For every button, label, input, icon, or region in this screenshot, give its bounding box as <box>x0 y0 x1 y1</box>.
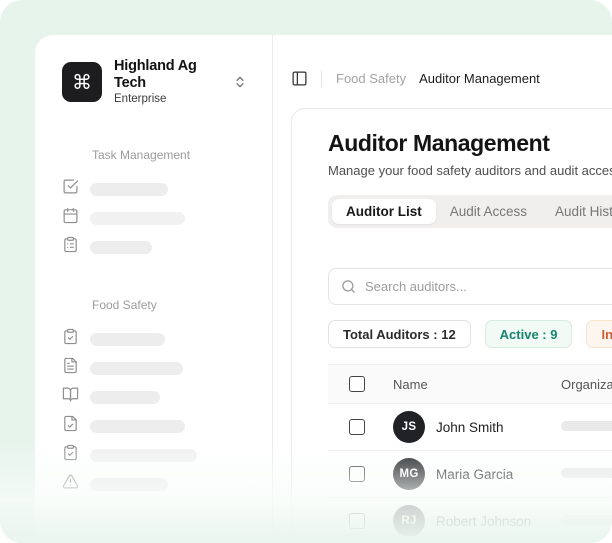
tab-bar: Auditor List Audit Access Audit History <box>328 195 612 228</box>
stats-row: Total Auditors : 12 Active : 9 Inactive … <box>328 320 612 348</box>
org-text: Highland Ag Tech Enterprise <box>114 58 221 107</box>
skeleton-bar <box>90 420 185 433</box>
sidebar-toggle-icon[interactable] <box>291 70 308 87</box>
sidebar-item-skeleton[interactable] <box>62 412 258 441</box>
chevrons-up-down-icon[interactable] <box>233 75 247 89</box>
tab-auditor-list[interactable]: Auditor List <box>332 199 436 224</box>
row-name-cell: RJ Robert Johnson <box>393 505 561 536</box>
inactive-auditors-badge: Inactive : 3 <box>586 320 612 348</box>
sidebar: ⌘ Highland Ag Tech Enterprise Task Manag… <box>35 35 273 536</box>
skeleton-bar <box>90 241 152 254</box>
column-header-name: Name <box>393 377 561 392</box>
avatar: JS <box>393 411 425 443</box>
sidebar-item-skeleton[interactable] <box>62 354 258 383</box>
table-row[interactable]: RJ Robert Johnson <box>328 498 612 536</box>
org-name: Highland Ag Tech <box>114 58 221 91</box>
alert-triangle-icon <box>62 473 79 495</box>
row-checkbox[interactable] <box>349 466 365 482</box>
topbar-divider <box>321 71 322 87</box>
sidebar-section-crop-iq: Crop IQ <box>92 535 258 536</box>
table-row[interactable]: MG Maria Garcia <box>328 451 612 498</box>
header-checkbox-cell <box>349 376 393 392</box>
row-checkbox-cell <box>349 419 393 435</box>
topbar: Food Safety Auditor Management <box>273 35 612 108</box>
skeleton-bar <box>90 183 168 196</box>
skeleton-bar <box>90 478 168 491</box>
auditor-name: Maria Garcia <box>436 467 513 482</box>
sidebar-item-skeleton[interactable] <box>62 175 258 204</box>
sidebar-section-food-safety: Food Safety <box>92 298 258 312</box>
table-row[interactable]: JS John Smith <box>328 404 612 451</box>
row-name-cell: MG Maria Garcia <box>393 458 561 490</box>
main-area: Food Safety Auditor Management Auditor M… <box>273 35 612 536</box>
auditor-name: Robert Johnson <box>436 514 531 529</box>
app-frame: ⌘ Highland Ag Tech Enterprise Task Manag… <box>0 0 612 543</box>
org-plan: Enterprise <box>114 93 221 106</box>
clipboard-list-icon <box>62 236 79 258</box>
sidebar-item-skeleton[interactable] <box>62 470 258 499</box>
clipboard-check-icon <box>62 328 79 350</box>
row-name-cell: JS John Smith <box>393 411 561 443</box>
tab-audit-access[interactable]: Audit Access <box>436 199 541 224</box>
skeleton-bar <box>561 421 612 431</box>
skeleton-bar <box>561 468 612 478</box>
table-header-row: Name Organization <box>328 364 612 404</box>
sidebar-item-skeleton[interactable] <box>62 233 258 262</box>
avatar: RJ <box>393 505 425 536</box>
page-subtitle: Manage your food safety auditors and aud… <box>328 163 612 178</box>
sidebar-item-skeleton[interactable] <box>62 325 258 354</box>
skeleton-bar <box>561 515 612 525</box>
file-check-icon <box>62 415 79 437</box>
skeleton-bar <box>90 212 185 225</box>
column-header-organization: Organization <box>561 377 612 392</box>
sidebar-item-skeleton[interactable] <box>62 204 258 233</box>
row-checkbox[interactable] <box>349 513 365 529</box>
app-surface: ⌘ Highland Ag Tech Enterprise Task Manag… <box>35 35 612 536</box>
page-title: Auditor Management <box>328 130 612 157</box>
auditor-name: John Smith <box>436 420 504 435</box>
row-checkbox-cell <box>349 513 393 529</box>
row-organization-cell <box>561 512 612 530</box>
sidebar-item-skeleton[interactable] <box>62 441 258 470</box>
breadcrumb-parent[interactable]: Food Safety <box>336 71 406 86</box>
skeleton-bar <box>90 449 197 462</box>
tab-audit-history[interactable]: Audit History <box>541 199 612 224</box>
row-organization-cell <box>561 418 612 436</box>
content-card: Auditor Management Manage your food safe… <box>291 108 612 536</box>
search-box[interactable] <box>328 268 612 305</box>
file-text-icon <box>62 357 79 379</box>
sidebar-item-skeleton[interactable] <box>62 383 258 412</box>
sidebar-section-task-management: Task Management <box>92 148 258 162</box>
avatar: MG <box>393 458 425 490</box>
org-logo-icon: ⌘ <box>62 62 102 102</box>
search-input[interactable] <box>365 279 605 294</box>
search-icon <box>341 279 356 294</box>
skeleton-bar <box>90 333 165 346</box>
org-switcher[interactable]: ⌘ Highland Ag Tech Enterprise <box>62 58 247 107</box>
row-checkbox[interactable] <box>349 419 365 435</box>
skeleton-bar <box>90 362 183 375</box>
check-square-icon <box>62 178 79 200</box>
breadcrumb-current: Auditor Management <box>419 71 540 86</box>
select-all-checkbox[interactable] <box>349 376 365 392</box>
row-checkbox-cell <box>349 466 393 482</box>
calendar-icon <box>62 207 79 229</box>
skeleton-bar <box>90 391 160 404</box>
book-open-icon <box>62 386 79 408</box>
clipboard-check-icon <box>62 444 79 466</box>
active-auditors-badge: Active : 9 <box>485 320 573 348</box>
total-auditors-badge: Total Auditors : 12 <box>328 320 471 348</box>
row-organization-cell <box>561 465 612 483</box>
auditors-table: Name Organization JS John Smith <box>328 364 612 536</box>
